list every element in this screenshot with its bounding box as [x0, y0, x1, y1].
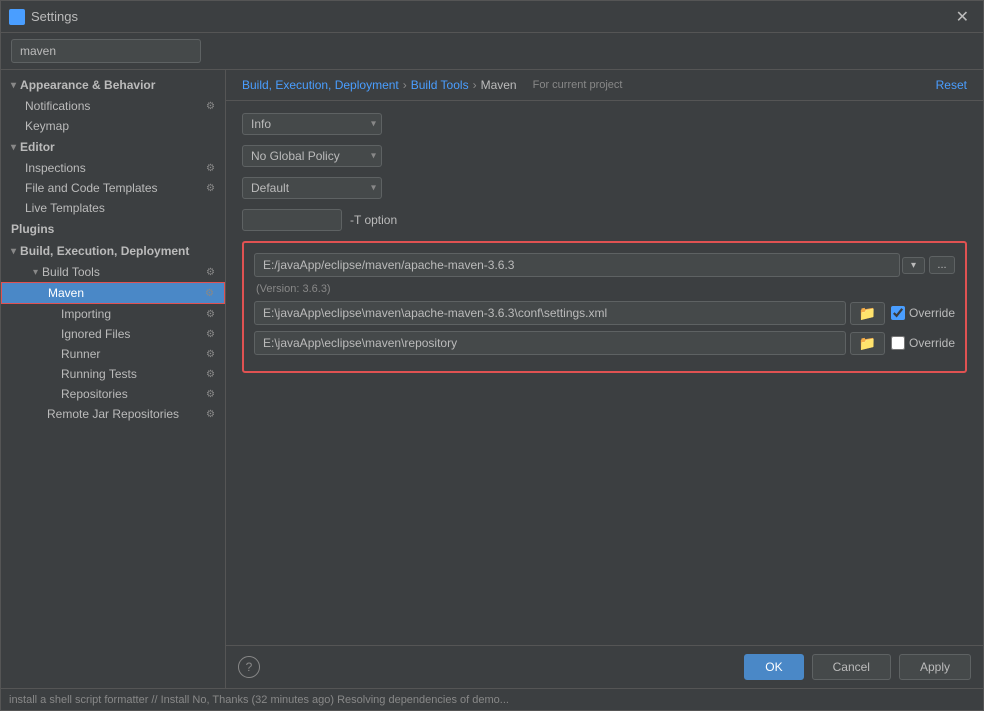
failure-policy-select-wrapper: Default Fast Never AtEnd ▾: [242, 177, 382, 199]
maven-home-box: ▾ ... (Version: 3.6.3) 📁 Override: [242, 241, 967, 373]
cancel-button[interactable]: Cancel: [812, 654, 891, 680]
log-level-row: Info Debug Warn Error ▾: [242, 113, 967, 135]
local-repo-input[interactable]: [254, 331, 846, 355]
failure-policy-select[interactable]: Default Fast Never AtEnd: [242, 177, 382, 199]
sidebar-item-repositories[interactable]: Repositories ⚙: [1, 384, 225, 404]
checksum-policy-row: No Global Policy Warn Fail ▾: [242, 145, 967, 167]
ok-button[interactable]: OK: [744, 654, 803, 680]
maven-home-row: ▾ ...: [254, 253, 955, 277]
sidebar-item-file-templates[interactable]: File and Code Templates ⚙: [1, 178, 225, 198]
user-settings-browse-btn[interactable]: 📁: [850, 302, 885, 325]
config-icon: ⚙: [206, 267, 215, 278]
config-icon: ⚙: [206, 349, 215, 360]
user-settings-override-label[interactable]: Override: [909, 306, 955, 320]
settings-window: Settings ✕ ▾ Appearance & Behavior Notif…: [0, 0, 984, 711]
config-icon: ⚙: [206, 163, 215, 174]
close-button[interactable]: ✕: [950, 5, 975, 29]
bottom-left: ?: [238, 656, 260, 678]
local-repo-override-checkbox[interactable]: [891, 336, 905, 350]
search-input[interactable]: [11, 39, 201, 63]
sidebar-item-keymap[interactable]: Keymap: [1, 116, 225, 136]
expand-arrow: ▾: [11, 246, 16, 257]
breadcrumb-project-label: For current project: [533, 79, 623, 91]
config-icon: ⚙: [206, 329, 215, 340]
maven-version-text: (Version: 3.6.3): [254, 283, 955, 295]
status-text: install a shell script formatter // Inst…: [9, 694, 509, 706]
user-settings-override-row: Override: [891, 306, 955, 320]
expand-arrow: ▾: [11, 142, 16, 153]
local-repo-override-row: Override: [891, 336, 955, 350]
title-bar: Settings ✕: [1, 1, 983, 33]
sidebar-item-running-tests[interactable]: Running Tests ⚙: [1, 364, 225, 384]
t-option-row: -T option: [242, 209, 967, 231]
bottom-bar: ? OK Cancel Apply: [226, 645, 983, 688]
config-icon: ⚙: [206, 369, 215, 380]
reset-button[interactable]: Reset: [936, 78, 967, 92]
failure-policy-row: Default Fast Never AtEnd ▾: [242, 177, 967, 199]
sidebar-item-maven[interactable]: Maven ⚙: [1, 282, 225, 304]
sidebar-item-remote-jar[interactable]: Remote Jar Repositories ⚙: [1, 404, 225, 424]
breadcrumb-buildtools[interactable]: Build Tools: [411, 78, 469, 92]
config-icon: ⚙: [206, 101, 215, 112]
expand-arrow: ▾: [11, 80, 16, 91]
user-settings-override-checkbox[interactable]: [891, 306, 905, 320]
settings-content: Info Debug Warn Error ▾ No Global Policy…: [226, 101, 983, 645]
sidebar-item-appearance-behavior[interactable]: ▾ Appearance & Behavior: [1, 74, 225, 96]
expand-arrow: ▾: [33, 267, 38, 278]
breadcrumb-path: Build, Execution, Deployment › Build Too…: [242, 78, 622, 92]
sidebar-item-editor[interactable]: ▾ Editor: [1, 136, 225, 158]
config-icon: ⚙: [206, 389, 215, 400]
log-level-select-wrapper: Info Debug Warn Error ▾: [242, 113, 382, 135]
content-area: Build, Execution, Deployment › Build Too…: [226, 70, 983, 688]
breadcrumb-build[interactable]: Build, Execution, Deployment: [242, 78, 399, 92]
sidebar-item-live-templates[interactable]: Live Templates: [1, 198, 225, 218]
sidebar-item-inspections[interactable]: Inspections ⚙: [1, 158, 225, 178]
sidebar-item-notifications[interactable]: Notifications ⚙: [1, 96, 225, 116]
log-level-select[interactable]: Info Debug Warn Error: [242, 113, 382, 135]
config-icon: ⚙: [205, 288, 214, 299]
local-repo-browse-btn[interactable]: 📁: [850, 332, 885, 355]
user-settings-row: 📁 Override: [254, 301, 955, 325]
maven-home-browse-btn[interactable]: ...: [929, 256, 955, 274]
sidebar: ▾ Appearance & Behavior Notifications ⚙ …: [1, 70, 226, 688]
search-bar: [1, 33, 983, 70]
checksum-policy-select-wrapper: No Global Policy Warn Fail ▾: [242, 145, 382, 167]
sidebar-section-plugins[interactable]: Plugins: [1, 218, 225, 240]
config-icon: ⚙: [206, 409, 215, 420]
sidebar-item-build-tools[interactable]: ▾ Build Tools ⚙: [1, 262, 225, 282]
maven-home-dropdown-btn[interactable]: ▾: [902, 257, 925, 274]
app-icon: [9, 9, 25, 25]
config-icon: ⚙: [206, 309, 215, 320]
apply-button[interactable]: Apply: [899, 654, 971, 680]
local-repo-override-label[interactable]: Override: [909, 336, 955, 350]
bottom-right: OK Cancel Apply: [744, 654, 971, 680]
sidebar-item-build-execution[interactable]: ▾ Build, Execution, Deployment: [1, 240, 225, 262]
status-bar: install a shell script formatter // Inst…: [1, 688, 983, 710]
breadcrumb-maven: Maven: [481, 78, 517, 92]
t-option-input[interactable]: [242, 209, 342, 231]
breadcrumb: Build, Execution, Deployment › Build Too…: [226, 70, 983, 101]
user-settings-input[interactable]: [254, 301, 846, 325]
t-option-label: -T option: [350, 213, 397, 227]
help-button[interactable]: ?: [238, 656, 260, 678]
sidebar-item-importing[interactable]: Importing ⚙: [1, 304, 225, 324]
main-area: ▾ Appearance & Behavior Notifications ⚙ …: [1, 70, 983, 688]
checksum-policy-select[interactable]: No Global Policy Warn Fail: [242, 145, 382, 167]
maven-home-input[interactable]: [254, 253, 900, 277]
local-repo-row: 📁 Override: [254, 331, 955, 355]
sidebar-item-runner[interactable]: Runner ⚙: [1, 344, 225, 364]
sidebar-item-ignored-files[interactable]: Ignored Files ⚙: [1, 324, 225, 344]
window-title: Settings: [31, 9, 950, 24]
config-icon: ⚙: [206, 183, 215, 194]
